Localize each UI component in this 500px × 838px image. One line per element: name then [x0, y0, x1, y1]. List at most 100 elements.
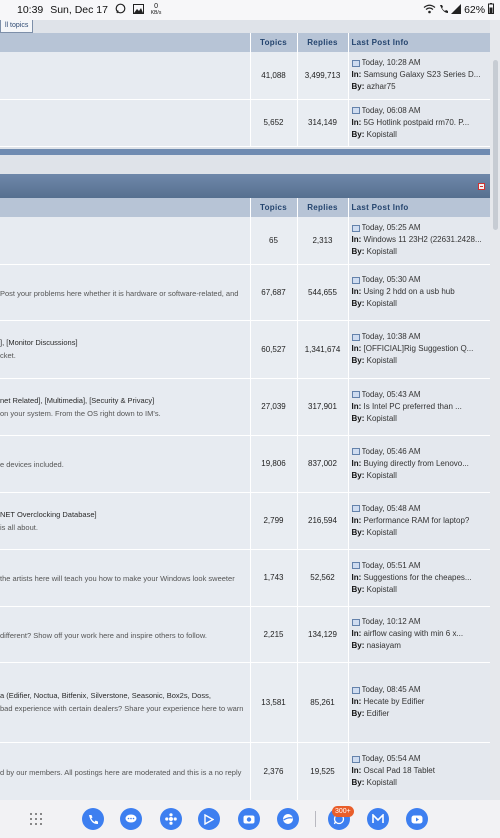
category-header	[0, 174, 490, 198]
forum-cell[interactable]	[0, 52, 251, 100]
status-bar: 10:39 Sun, Dec 17 0 KB/s 62%	[0, 0, 500, 20]
replies-count: 2,313	[297, 217, 349, 265]
topics-count: 19,806	[250, 435, 298, 493]
table-header-row: Topics Replies Last Post Info	[0, 33, 490, 52]
forum-cell[interactable]: Post your problems here whether it is ha…	[0, 264, 251, 321]
last-post-icon[interactable]	[351, 333, 360, 341]
table-row: e devices included. 19,806 837,002 Today, 0…	[0, 435, 490, 493]
last-post-icon[interactable]	[351, 224, 360, 232]
last-post-topic-link[interactable]: Buying directly from Lenovo...	[364, 459, 469, 468]
play-store-icon[interactable]	[198, 808, 220, 830]
last-post-time: Today, 10:12 AM	[361, 617, 421, 626]
last-post-time: Today, 05:46 AM	[361, 446, 421, 456]
last-post-author-link[interactable]: Edifier	[367, 709, 390, 718]
last-post-icon[interactable]	[351, 755, 360, 763]
replies-count: 837,002	[297, 435, 349, 493]
col-replies-header: Replies	[297, 33, 349, 52]
forum-cell[interactable]	[0, 99, 251, 147]
last-post-icon[interactable]	[351, 562, 360, 569]
topics-count: 13,581	[250, 662, 298, 743]
forum-cell[interactable]: net Related], [Multimedia], [Security & …	[0, 378, 251, 436]
forum-rows-2: 65 2,313 Today, 05:25 AM In: Windows 11 23H…	[0, 217, 490, 800]
table-row: net Related], [Multimedia], [Security & …	[0, 378, 490, 436]
last-post-topic-link[interactable]: Oscal Pad 18 Tablet	[364, 766, 435, 775]
phone-icon[interactable]	[82, 808, 104, 830]
last-post-topic-link[interactable]: Is Intel PC preferred than ...	[364, 402, 462, 411]
replies-count: 52,562	[297, 549, 349, 607]
last-post-icon[interactable]	[351, 59, 360, 67]
last-post-time: Today, 06:08 AM	[361, 105, 421, 115]
topics-tab[interactable]: ll topics	[0, 20, 34, 33]
last-post-icon[interactable]	[351, 448, 360, 455]
col-forum-header	[0, 198, 251, 217]
replies-count: 544,655	[297, 264, 349, 321]
forum-subforums[interactable]: net Related], [Multimedia], [Security & …	[0, 395, 246, 406]
forum-subforums[interactable]: ], [Monitor Discussions]	[0, 337, 246, 348]
last-post-topic-link[interactable]: Using 2 hdd on a usb hub	[364, 287, 455, 296]
last-post-author-link[interactable]: Kopistall	[367, 585, 397, 594]
bixby-icon[interactable]	[160, 808, 182, 830]
last-post-icon[interactable]	[351, 618, 360, 626]
forum-description: Post your problems here whether it is ha…	[0, 288, 239, 298]
last-post-icon[interactable]	[351, 107, 360, 114]
last-post-author-link[interactable]: Kopistall	[367, 528, 397, 537]
forum-subforums[interactable]: a (Edifier, Noctua, Bitfenix, Silverston…	[0, 690, 246, 701]
date: Sun, Dec 17	[50, 3, 108, 16]
replies-count: 317,901	[297, 378, 349, 436]
last-post-time: Today, 05:25 AM	[361, 223, 421, 233]
forum-cell[interactable]: the artists here will teach you how to m…	[0, 549, 251, 607]
last-post-author-link[interactable]: azhar75	[367, 82, 396, 91]
last-post-topic-link[interactable]: Performance RAM for laptop?	[364, 516, 470, 525]
forum-subforums[interactable]: NET Overclocking Database]	[0, 509, 246, 520]
forum-description: d by our members. All postings here are …	[0, 767, 242, 777]
last-post-time: Today, 05:43 AM	[361, 389, 421, 399]
topics-count: 2,215	[250, 606, 298, 663]
last-post-icon[interactable]	[351, 391, 360, 398]
last-post-author-link[interactable]: Kopistall	[367, 130, 397, 139]
forum-cell[interactable]: different? Show off your work here and i…	[0, 606, 251, 663]
table-row: the artists here will teach you how to m…	[0, 549, 490, 607]
table-row: d by our members. All postings here are …	[0, 742, 490, 800]
table-row: 5,652 314,149 Today, 06:08 AM In: 5G Hot…	[0, 99, 490, 147]
last-post-topic-link[interactable]: airflow casing with min 6 x...	[364, 629, 464, 638]
last-post-icon[interactable]	[351, 505, 360, 512]
last-post-author-link[interactable]: Kopistall	[367, 356, 397, 365]
last-post-author-link[interactable]: Kopistall	[367, 247, 397, 256]
last-post-topic-link[interactable]: 5G Hotlink postpaid rm70. P...	[364, 118, 470, 127]
col-forum-header	[0, 33, 251, 52]
forum-cell[interactable]: NET Overclocking Database] is all about.	[0, 492, 251, 550]
last-post-author-link[interactable]: nasiayam	[367, 641, 401, 650]
last-post-cell: Today, 06:08 AM In: 5G Hotlink postpaid …	[348, 99, 490, 147]
replies-count: 3,499,713	[297, 52, 349, 100]
last-post-topic-link[interactable]: Samsung Galaxy S23 Series D...	[364, 70, 481, 79]
last-post-icon[interactable]	[351, 276, 360, 284]
browser-icon[interactable]	[277, 808, 299, 830]
forum-cell[interactable]: ], [Monitor Discussions] cket.	[0, 320, 251, 379]
forum-description: cket.	[0, 351, 16, 360]
last-post-topic-link[interactable]: Suggestions for the cheapes...	[364, 573, 472, 582]
maxis-icon[interactable]	[367, 808, 389, 830]
last-post-cell: Today, 05:51 AM In: Suggestions for the c…	[348, 549, 490, 607]
youtube-icon[interactable]	[406, 808, 428, 830]
replies-count: 85,261	[297, 662, 349, 743]
last-post-topic-link[interactable]: Hecate by Edifier	[364, 697, 425, 706]
forum-cell[interactable]: a (Edifier, Noctua, Bitfenix, Silverston…	[0, 662, 251, 743]
last-post-icon[interactable]	[351, 686, 360, 694]
last-post-topic-link[interactable]: Windows 11 23H2 (22631.2428...	[364, 235, 482, 244]
collapse-icon[interactable]	[478, 183, 485, 190]
section-footer-bar	[0, 149, 490, 155]
camera-icon[interactable]	[238, 808, 260, 830]
last-post-author-link[interactable]: Kopistall	[367, 299, 397, 308]
scrollbar-thumb[interactable]	[493, 60, 498, 230]
scrollbar[interactable]	[490, 20, 500, 800]
apps-grid-icon[interactable]	[30, 813, 42, 825]
forum-cell[interactable]: e devices included.	[0, 435, 251, 493]
last-post-topic-link[interactable]: [OFFICIAL]Rig Suggestion Q...	[364, 344, 474, 353]
forum-cell[interactable]: d by our members. All postings here are …	[0, 742, 251, 800]
last-post-author-link[interactable]: Kopistall	[367, 778, 397, 787]
last-post-author-link[interactable]: Kopistall	[367, 471, 397, 480]
table-row: NET Overclocking Database] is all about. 2…	[0, 492, 490, 550]
last-post-author-link[interactable]: Kopistall	[367, 414, 397, 423]
forum-cell[interactable]	[0, 217, 251, 265]
messages-icon[interactable]	[120, 808, 142, 830]
